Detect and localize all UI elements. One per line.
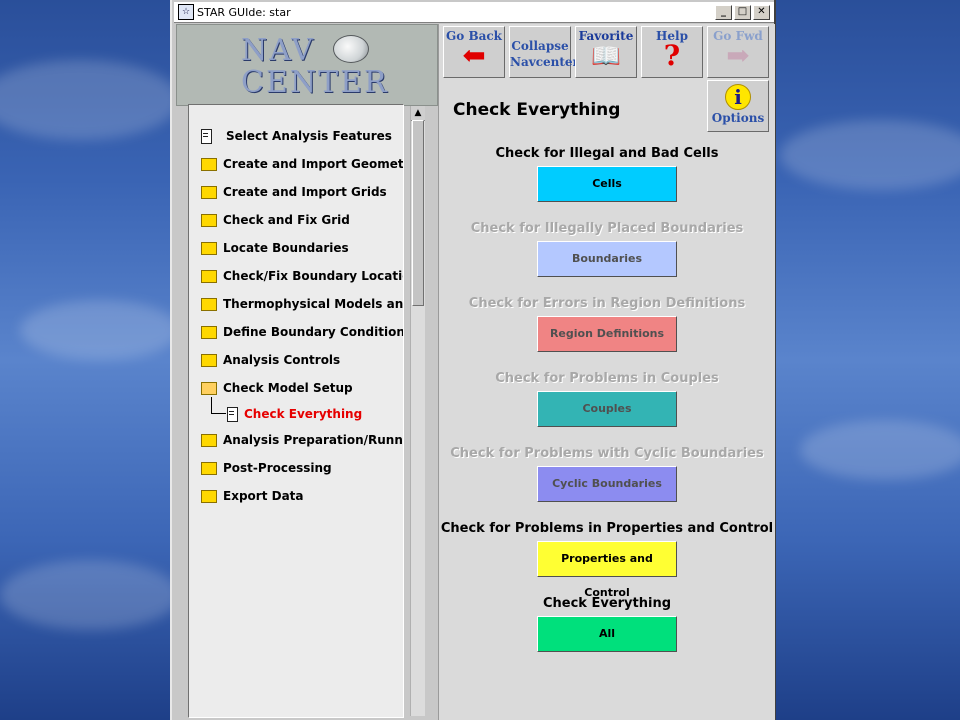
star-guide-window: ☆ STAR GUIde: star _ □ ✕ NAV CENTER Sele… xyxy=(170,0,776,720)
back-arrow-icon: ⬅ xyxy=(462,39,486,72)
tree-item-label: Post-Processing xyxy=(223,461,332,475)
scroll-thumb[interactable] xyxy=(412,120,424,306)
tree-item-label: Export Data xyxy=(223,489,304,503)
check-action-button[interactable]: Cells xyxy=(537,166,677,202)
tree-item[interactable]: Analysis Controls xyxy=(201,351,340,369)
logo-line-2: CENTER xyxy=(241,65,389,100)
check-section-title: Check for Illegal and Bad Cells xyxy=(495,146,719,161)
tree-item[interactable]: Check/Fix Boundary Locations xyxy=(201,267,403,285)
document-icon xyxy=(227,406,238,422)
tree-item-label: Select Analysis Features xyxy=(226,129,392,143)
book-icon: 📖 xyxy=(591,41,621,70)
folder-icon xyxy=(201,489,217,503)
check-action-button[interactable]: Boundaries xyxy=(537,241,677,277)
check-section-title: Check for Problems in Properties and Con… xyxy=(440,521,774,536)
folder-icon xyxy=(201,461,217,475)
tree-scrollbar[interactable]: ▲ xyxy=(410,106,425,716)
check-action-button[interactable]: Properties and Control xyxy=(537,541,677,599)
collapse-label-1: Collapse xyxy=(511,39,569,53)
tree-item-label: Create and Import Geometry xyxy=(223,157,404,171)
tree-item[interactable]: Check Everything xyxy=(227,405,362,423)
folder-icon xyxy=(201,325,217,339)
question-mark-icon: ? xyxy=(663,39,681,72)
folder-icon xyxy=(201,185,217,199)
tree-item[interactable]: Check Model Setup xyxy=(201,379,353,397)
tree-item-label: Analysis Controls xyxy=(223,353,341,367)
tree-item-label: Check Everything xyxy=(244,407,363,421)
navigation-tree: Select Analysis Features Create and Impor… xyxy=(188,104,404,718)
collapse-navcenter-button[interactable]: Collapse Navcenter xyxy=(509,26,579,78)
window-title: STAR GUIde: star xyxy=(197,5,291,19)
check-section-title: Check Everything xyxy=(542,596,672,611)
folder-icon xyxy=(201,241,217,255)
background-cloud xyxy=(0,60,180,140)
navcenter-logo: NAV CENTER xyxy=(176,24,438,106)
tree-item[interactable]: Export Data xyxy=(201,487,304,505)
background-cloud xyxy=(20,300,180,360)
close-button[interactable]: ✕ xyxy=(753,4,770,20)
document-icon xyxy=(201,128,212,144)
logo-line-1: NAV xyxy=(241,33,316,68)
tree-item[interactable]: Define Boundary Conditions xyxy=(201,323,404,341)
tree-item-label: Check and Fix Grid xyxy=(223,213,350,227)
collapse-label-2: Navcenter xyxy=(510,55,579,69)
folder-icon xyxy=(201,213,217,227)
forward-arrow-icon: ➡ xyxy=(726,39,750,72)
tree-item-label: Define Boundary Conditions xyxy=(223,325,404,339)
tree-item[interactable]: Analysis Preparation/Running xyxy=(201,431,403,449)
check-section-title: Check for Problems with Cyclic Boundarie… xyxy=(450,446,764,461)
folder-icon xyxy=(201,297,217,311)
check-action-button[interactable]: Cyclic Boundaries xyxy=(537,466,677,502)
tree-item[interactable]: Post-Processing xyxy=(201,459,332,477)
folder-icon xyxy=(201,157,217,171)
title-bar: ☆ STAR GUIde: star _ □ ✕ xyxy=(174,2,774,23)
tree-item[interactable]: Create and Import Grids xyxy=(201,183,387,201)
options-label: Options xyxy=(711,111,765,125)
background-cloud xyxy=(780,120,960,190)
background-cloud xyxy=(800,420,960,480)
info-icon: i xyxy=(725,84,751,110)
tree-item[interactable]: Thermophysical Models and P xyxy=(201,295,404,313)
tree-item[interactable]: Check and Fix Grid xyxy=(201,211,350,229)
content-panel: Go Back ⬅ Collapse Navcenter Favorite 📖 … xyxy=(438,24,775,720)
tree-item-label: Create and Import Grids xyxy=(223,185,387,199)
tree-item[interactable]: Locate Boundaries xyxy=(201,239,349,257)
compass-icon xyxy=(333,35,369,63)
tree-item[interactable]: Select Analysis Features xyxy=(201,127,392,145)
tree-item-label: Locate Boundaries xyxy=(223,241,349,255)
tree-item-label: Analysis Preparation/Running xyxy=(223,433,403,447)
folder-icon xyxy=(201,269,217,283)
scroll-up-arrow-icon[interactable]: ▲ xyxy=(411,106,425,121)
help-button[interactable]: Help ? xyxy=(641,26,703,78)
folder-icon xyxy=(201,353,217,367)
page-heading: Check Everything xyxy=(453,100,621,120)
background-cloud xyxy=(0,560,180,630)
tree-item-label: Check/Fix Boundary Locations xyxy=(223,269,403,283)
minimize-button[interactable]: _ xyxy=(715,4,732,20)
tree-item[interactable]: Create and Import Geometry xyxy=(201,155,404,173)
app-icon: ☆ xyxy=(178,4,194,20)
check-section-title: Check for Problems in Couples xyxy=(495,371,719,386)
check-section-title: Check for Errors in Region Definitions xyxy=(468,296,746,311)
folder-icon xyxy=(201,433,217,447)
check-action-button[interactable]: All xyxy=(537,616,677,652)
options-button[interactable]: i Options xyxy=(707,80,769,132)
go-forward-button[interactable]: Go Fwd ➡ xyxy=(707,26,769,78)
open-folder-icon xyxy=(201,381,217,395)
check-section-title: Check for Illegally Placed Boundaries xyxy=(470,221,744,236)
check-action-button[interactable]: Region Definitions xyxy=(537,316,677,352)
maximize-button[interactable]: □ xyxy=(734,4,751,20)
tree-item-label: Check Model Setup xyxy=(223,381,353,395)
tree-item-label: Thermophysical Models and P xyxy=(223,297,404,311)
favorite-button[interactable]: Favorite 📖 xyxy=(575,26,637,78)
go-back-button[interactable]: Go Back ⬅ xyxy=(443,26,505,78)
check-action-button[interactable]: Couples xyxy=(537,391,677,427)
tree-connector-line xyxy=(211,397,226,414)
